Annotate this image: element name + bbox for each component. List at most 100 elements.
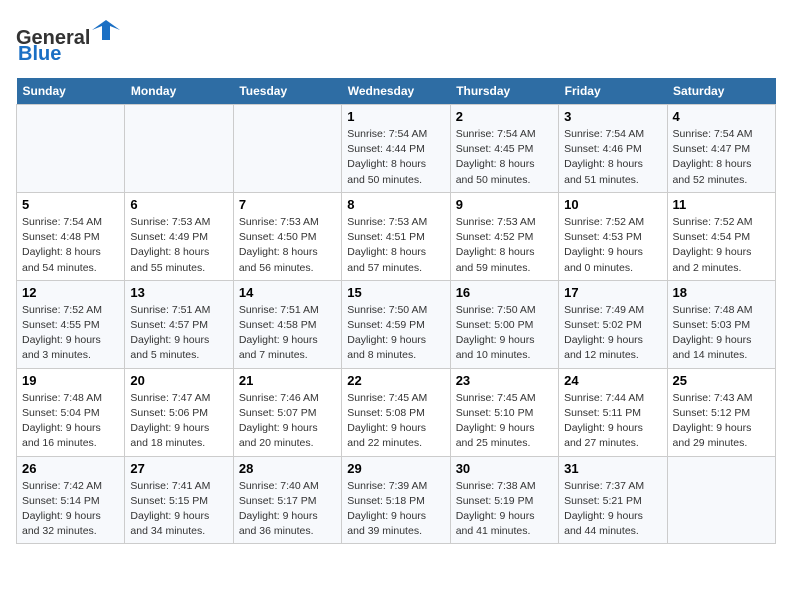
day-info: Sunrise: 7:54 AM Sunset: 4:44 PM Dayligh… xyxy=(347,127,444,188)
day-cell xyxy=(233,105,341,193)
day-info: Sunrise: 7:52 AM Sunset: 4:53 PM Dayligh… xyxy=(564,215,661,276)
day-info: Sunrise: 7:52 AM Sunset: 4:54 PM Dayligh… xyxy=(673,215,770,276)
day-cell: 10 Sunrise: 7:52 AM Sunset: 4:53 PM Dayli… xyxy=(559,192,667,280)
week-row-5: 26 Sunrise: 7:42 AM Sunset: 5:14 PM Dayli… xyxy=(17,456,776,544)
day-number: 19 xyxy=(22,373,119,388)
day-cell: 7Sunrise: 7:53 AM Sunset: 4:50 PM Daylig… xyxy=(233,192,341,280)
day-number: 15 xyxy=(347,285,444,300)
day-info: Sunrise: 7:45 AM Sunset: 5:10 PM Dayligh… xyxy=(456,391,553,452)
day-cell: 15 Sunrise: 7:50 AM Sunset: 4:59 PM Dayli… xyxy=(342,280,450,368)
day-cell: 20 Sunrise: 7:47 AM Sunset: 5:06 PM Dayli… xyxy=(125,368,233,456)
day-cell: 22 Sunrise: 7:45 AM Sunset: 5:08 PM Dayli… xyxy=(342,368,450,456)
day-number: 20 xyxy=(130,373,227,388)
header-saturday: Saturday xyxy=(667,78,775,105)
day-cell: 11 Sunrise: 7:52 AM Sunset: 4:54 PM Dayli… xyxy=(667,192,775,280)
day-cell: 19 Sunrise: 7:48 AM Sunset: 5:04 PM Dayli… xyxy=(17,368,125,456)
day-cell xyxy=(667,456,775,544)
day-cell: 26 Sunrise: 7:42 AM Sunset: 5:14 PM Dayli… xyxy=(17,456,125,544)
day-info: Sunrise: 7:45 AM Sunset: 5:08 PM Dayligh… xyxy=(347,391,444,452)
day-number: 6 xyxy=(130,197,227,212)
day-number: 14 xyxy=(239,285,336,300)
day-number: 10 xyxy=(564,197,661,212)
day-cell: 2 Sunrise: 7:54 AM Sunset: 4:45 PM Daylig… xyxy=(450,105,558,193)
week-row-3: 12Sunrise: 7:52 AM Sunset: 4:55 PM Dayli… xyxy=(17,280,776,368)
week-row-2: 5 Sunrise: 7:54 AM Sunset: 4:48 PM Daylig… xyxy=(17,192,776,280)
day-number: 11 xyxy=(673,197,770,212)
day-info: Sunrise: 7:49 AM Sunset: 5:02 PM Dayligh… xyxy=(564,303,661,364)
day-number: 16 xyxy=(456,285,553,300)
header-tuesday: Tuesday xyxy=(233,78,341,105)
day-info: Sunrise: 7:37 AM Sunset: 5:21 PM Dayligh… xyxy=(564,479,661,540)
day-number: 13 xyxy=(130,285,227,300)
day-info: Sunrise: 7:53 AM Sunset: 4:50 PM Dayligh… xyxy=(239,215,336,276)
day-info: Sunrise: 7:53 AM Sunset: 4:51 PM Dayligh… xyxy=(347,215,444,276)
day-info: Sunrise: 7:40 AM Sunset: 5:17 PM Dayligh… xyxy=(239,479,336,540)
day-number: 17 xyxy=(564,285,661,300)
day-number: 21 xyxy=(239,373,336,388)
day-number: 22 xyxy=(347,373,444,388)
day-info: Sunrise: 7:48 AM Sunset: 5:03 PM Dayligh… xyxy=(673,303,770,364)
day-number: 8 xyxy=(347,197,444,212)
day-number: 29 xyxy=(347,461,444,476)
day-cell: 12Sunrise: 7:52 AM Sunset: 4:55 PM Dayli… xyxy=(17,280,125,368)
day-number: 26 xyxy=(22,461,119,476)
day-cell: 1Sunrise: 7:54 AM Sunset: 4:44 PM Daylig… xyxy=(342,105,450,193)
day-info: Sunrise: 7:46 AM Sunset: 5:07 PM Dayligh… xyxy=(239,391,336,452)
day-cell: 9Sunrise: 7:53 AM Sunset: 4:52 PM Daylig… xyxy=(450,192,558,280)
day-info: Sunrise: 7:54 AM Sunset: 4:45 PM Dayligh… xyxy=(456,127,553,188)
day-cell: 4Sunrise: 7:54 AM Sunset: 4:47 PM Daylig… xyxy=(667,105,775,193)
day-cell: 16 Sunrise: 7:50 AM Sunset: 5:00 PM Dayli… xyxy=(450,280,558,368)
day-cell: 28 Sunrise: 7:40 AM Sunset: 5:17 PM Dayli… xyxy=(233,456,341,544)
day-info: Sunrise: 7:42 AM Sunset: 5:14 PM Dayligh… xyxy=(22,479,119,540)
day-info: Sunrise: 7:43 AM Sunset: 5:12 PM Dayligh… xyxy=(673,391,770,452)
day-number: 9 xyxy=(456,197,553,212)
day-info: Sunrise: 7:51 AM Sunset: 4:57 PM Dayligh… xyxy=(130,303,227,364)
header-monday: Monday xyxy=(125,78,233,105)
logo-bird-icon xyxy=(92,16,120,44)
day-info: Sunrise: 7:48 AM Sunset: 5:04 PM Dayligh… xyxy=(22,391,119,452)
day-number: 28 xyxy=(239,461,336,476)
day-info: Sunrise: 7:47 AM Sunset: 5:06 PM Dayligh… xyxy=(130,391,227,452)
day-number: 23 xyxy=(456,373,553,388)
header-sunday: Sunday xyxy=(17,78,125,105)
day-info: Sunrise: 7:53 AM Sunset: 4:49 PM Dayligh… xyxy=(130,215,227,276)
header-friday: Friday xyxy=(559,78,667,105)
header-wednesday: Wednesday xyxy=(342,78,450,105)
week-row-1: 1Sunrise: 7:54 AM Sunset: 4:44 PM Daylig… xyxy=(17,105,776,193)
header-row: SundayMondayTuesdayWednesdayThursdayFrid… xyxy=(17,78,776,105)
day-info: Sunrise: 7:50 AM Sunset: 5:00 PM Dayligh… xyxy=(456,303,553,364)
day-info: Sunrise: 7:50 AM Sunset: 4:59 PM Dayligh… xyxy=(347,303,444,364)
day-cell xyxy=(125,105,233,193)
day-info: Sunrise: 7:54 AM Sunset: 4:48 PM Dayligh… xyxy=(22,215,119,276)
day-info: Sunrise: 7:39 AM Sunset: 5:18 PM Dayligh… xyxy=(347,479,444,540)
day-info: Sunrise: 7:44 AM Sunset: 5:11 PM Dayligh… xyxy=(564,391,661,452)
day-info: Sunrise: 7:41 AM Sunset: 5:15 PM Dayligh… xyxy=(130,479,227,540)
header-thursday: Thursday xyxy=(450,78,558,105)
day-cell: 6 Sunrise: 7:53 AM Sunset: 4:49 PM Daylig… xyxy=(125,192,233,280)
day-cell: 24 Sunrise: 7:44 AM Sunset: 5:11 PM Dayli… xyxy=(559,368,667,456)
day-number: 12 xyxy=(22,285,119,300)
day-number: 18 xyxy=(673,285,770,300)
day-info: Sunrise: 7:54 AM Sunset: 4:46 PM Dayligh… xyxy=(564,127,661,188)
day-cell: 8 Sunrise: 7:53 AM Sunset: 4:51 PM Daylig… xyxy=(342,192,450,280)
day-cell: 21 Sunrise: 7:46 AM Sunset: 5:07 PM Dayli… xyxy=(233,368,341,456)
day-cell xyxy=(17,105,125,193)
day-cell: 29 Sunrise: 7:39 AM Sunset: 5:18 PM Dayli… xyxy=(342,456,450,544)
day-info: Sunrise: 7:38 AM Sunset: 5:19 PM Dayligh… xyxy=(456,479,553,540)
day-number: 3 xyxy=(564,109,661,124)
day-cell: 30 Sunrise: 7:38 AM Sunset: 5:19 PM Dayli… xyxy=(450,456,558,544)
day-number: 5 xyxy=(22,197,119,212)
day-number: 24 xyxy=(564,373,661,388)
day-number: 31 xyxy=(564,461,661,476)
day-number: 2 xyxy=(456,109,553,124)
day-cell: 5 Sunrise: 7:54 AM Sunset: 4:48 PM Daylig… xyxy=(17,192,125,280)
day-cell: 27Sunrise: 7:41 AM Sunset: 5:15 PM Dayli… xyxy=(125,456,233,544)
day-number: 4 xyxy=(673,109,770,124)
day-cell: 14Sunrise: 7:51 AM Sunset: 4:58 PM Dayli… xyxy=(233,280,341,368)
day-cell: 31 Sunrise: 7:37 AM Sunset: 5:21 PM Dayli… xyxy=(559,456,667,544)
logo-blue-text: Blue xyxy=(18,43,61,65)
calendar-table: SundayMondayTuesdayWednesdayThursdayFrid… xyxy=(16,78,776,544)
day-cell: 3 Sunrise: 7:54 AM Sunset: 4:46 PM Daylig… xyxy=(559,105,667,193)
day-cell: 17 Sunrise: 7:49 AM Sunset: 5:02 PM Dayli… xyxy=(559,280,667,368)
day-number: 30 xyxy=(456,461,553,476)
